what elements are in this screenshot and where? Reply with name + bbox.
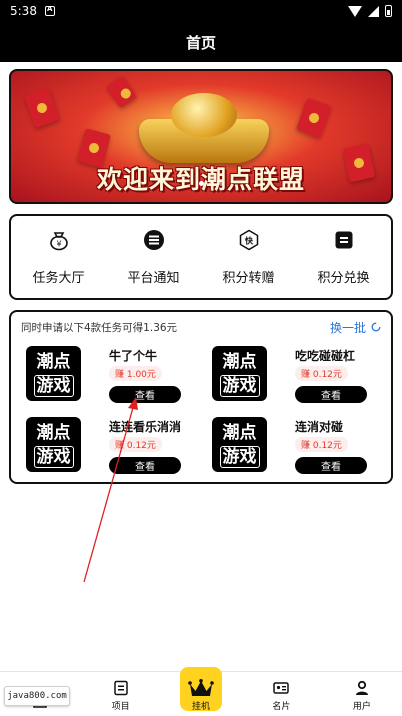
battery-icon [385,5,392,17]
task-reward-badge: 赚 0.12元 [109,437,162,452]
exchange-icon [333,229,355,251]
task-reward-badge: 赚 0.12元 [295,437,348,452]
logo-text: 游戏 [219,445,260,468]
menu-label: 任务大厅 [32,270,85,286]
notification-icon [44,5,55,16]
user-icon [355,680,368,695]
carousel-dots [199,181,224,186]
feature-menu: ¥ 任务大厅 平台通知 快 积分转赠 积分兑换 [9,214,393,300]
tab-label: 挂机 [192,702,211,712]
refresh-label: 换一批 [329,320,366,335]
money-bag-icon: ¥ [48,229,70,251]
card-icon [273,682,290,694]
tab-card[interactable]: 名片 [241,672,321,716]
game-logo[interactable]: 潮点 游戏 [26,417,81,472]
game-logo[interactable]: 潮点 游戏 [212,417,267,472]
menu-label: 积分兑换 [317,270,370,286]
tab-label: 项目 [111,702,130,712]
logo-text: 潮点 [36,351,71,372]
tab-label: 用户 [352,702,371,712]
transfer-icon: 快 [238,229,260,251]
status-time: 5:38 [10,4,37,18]
menu-points-exchange[interactable]: 积分兑换 [299,229,389,286]
task-reward-badge: 赚 1.00元 [109,366,162,381]
task-tip-text: 同时申请以下4款任务可得1.36元 [21,321,178,334]
watermark-badge: java800.com [4,686,70,706]
gold-ingot-image [139,93,269,163]
view-button[interactable]: 查看 [295,386,367,403]
game-logo[interactable]: 潮点 游戏 [212,346,267,401]
task-name: 连消对碰 [295,420,344,434]
tab-label: 名片 [272,702,291,712]
logo-text: 潮点 [222,351,257,372]
task-reward-badge: 赚 0.12元 [295,366,348,381]
crown-icon [188,679,214,696]
tab-hangup[interactable]: 挂机 [161,667,241,716]
task-item: 潮点 游戏 连连看乐消消 赚 0.12元 查看 [11,415,196,477]
menu-points-transfer[interactable]: 快 积分转赠 [204,229,294,286]
task-recommendation-card: 同时申请以下4款任务可得1.36元 换一批 潮点 游戏 牛了个牛 赚 1.00元… [9,310,393,484]
banner-title: 欢迎来到潮点联盟 [96,165,305,194]
svg-text:快: 快 [245,235,254,245]
task-name: 连连看乐消消 [109,420,182,434]
title-bar: 首页 [0,22,402,62]
status-bar: 5:38 [0,0,402,22]
menu-label: 平台通知 [127,270,180,286]
game-logo[interactable]: 潮点 游戏 [26,346,81,401]
tab-project[interactable]: 项目 [80,672,160,716]
page-title: 首页 [185,33,216,52]
logo-text: 潮点 [222,422,257,443]
menu-platform-notice[interactable]: 平台通知 [109,229,199,286]
tab-user[interactable]: 用户 [322,672,402,716]
refresh-icon [371,322,381,332]
view-button[interactable]: 查看 [109,457,181,474]
menu-label: 积分转赠 [222,270,275,286]
signal-icon [368,5,379,17]
logo-text: 游戏 [33,445,74,468]
logo-text: 游戏 [33,374,74,397]
task-item: 潮点 游戏 吃吃碰碰杠 赚 0.12元 查看 [197,344,382,406]
task-item: 潮点 游戏 连消对碰 赚 0.12元 查看 [197,415,382,477]
task-name: 吃吃碰碰杠 [295,349,356,363]
wifi-icon [348,5,362,17]
menu-task-hall[interactable]: ¥ 任务大厅 [14,229,104,286]
view-button[interactable]: 查看 [295,457,367,474]
promo-banner[interactable]: 欢迎来到潮点联盟 [9,69,393,204]
red-envelope-decoration [23,87,61,129]
refresh-button[interactable]: 换一批 [330,319,381,336]
red-envelope-decoration [105,75,137,109]
task-name: 牛了个牛 [109,349,158,363]
red-envelope-decoration [295,97,333,139]
task-item: 潮点 游戏 牛了个牛 赚 1.00元 查看 [11,344,196,406]
view-button[interactable]: 查看 [109,386,181,403]
list-icon [143,229,165,251]
logo-text: 游戏 [219,374,260,397]
logo-text: 潮点 [36,422,71,443]
project-icon [113,680,128,696]
svg-text:¥: ¥ [56,239,61,248]
